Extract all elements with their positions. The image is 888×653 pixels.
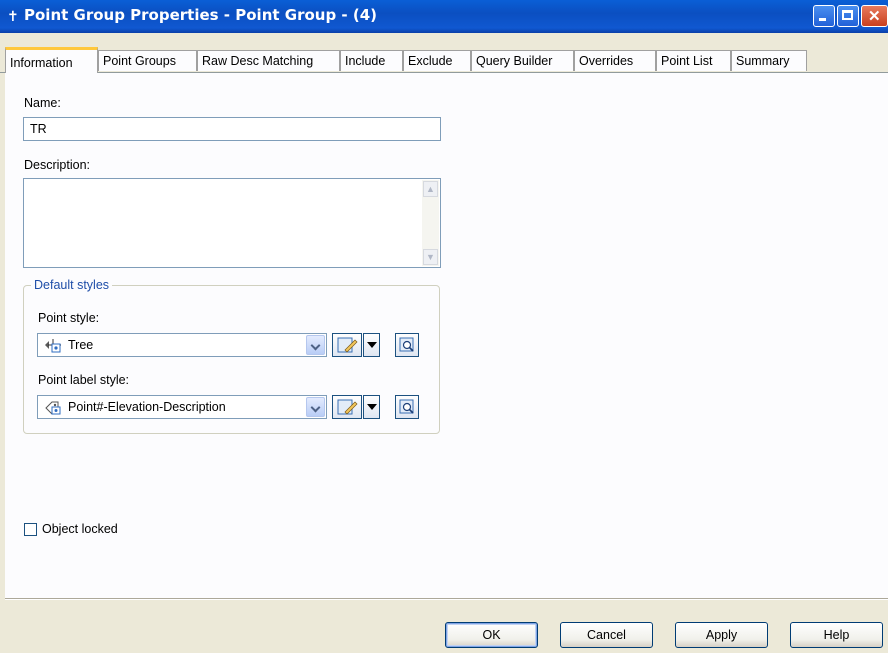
maximize-button[interactable] [837,5,859,27]
edit-style-dropdown-arrow[interactable] [363,395,380,419]
tab-point-list[interactable]: Point List [656,50,731,71]
point-label-style-label: Point label style: [38,373,130,387]
window-title: Point Group Properties - Point Group - (… [24,6,378,24]
ok-button[interactable]: OK [445,622,538,648]
tab-exclude[interactable]: Exclude [403,50,471,71]
name-value: TR [30,122,47,136]
close-button[interactable] [861,5,888,27]
preview-magnifier-icon [399,337,414,352]
edit-style-dropdown-arrow[interactable] [363,333,380,357]
minimize-button[interactable] [813,5,835,27]
tab-overrides[interactable]: Overrides [574,50,656,71]
preview-magnifier-icon [399,399,414,414]
object-locked-checkbox[interactable] [24,523,37,536]
point-label-style-edit-button[interactable] [332,395,384,419]
tab-include[interactable]: Include [340,50,403,71]
tab-point-groups[interactable]: Point Groups [98,50,197,71]
chevron-down-icon[interactable] [306,335,325,355]
scroll-down-icon[interactable]: ▼ [423,249,438,265]
name-label: Name: [24,96,61,110]
description-field[interactable]: ▲ ▼ [23,178,441,268]
tab-raw-desc-matching[interactable]: Raw Desc Matching [197,50,340,71]
edit-style-icon[interactable] [332,395,362,419]
chevron-down-icon[interactable] [306,397,325,417]
tab-summary[interactable]: Summary [731,50,807,71]
tab-information[interactable]: Information [5,47,98,73]
cancel-button[interactable]: Cancel [560,622,653,648]
point-style-preview-button[interactable] [395,333,419,357]
point-style-dropdown[interactable]: Tree [37,333,327,357]
point-style-value: Tree [68,338,94,352]
edit-style-icon[interactable] [332,333,362,357]
tab-query-builder[interactable]: Query Builder [471,50,574,71]
label-style-icon [45,401,61,415]
object-locked-label[interactable]: Object locked [42,522,118,536]
description-scrollbar[interactable]: ▲ ▼ [422,180,439,266]
tree-style-icon [45,339,61,353]
apply-button[interactable]: Apply [675,622,768,648]
point-label-style-value: Point#-Elevation-Description [68,400,226,414]
title-bar[interactable]: ✝ Point Group Properties - Point Group -… [0,0,888,33]
button-separator [5,598,888,600]
point-style-edit-button[interactable] [332,333,384,357]
tab-strip: Information Point Groups Raw Desc Matchi… [0,47,888,73]
point-label-style-preview-button[interactable] [395,395,419,419]
description-label: Description: [24,158,90,172]
name-field[interactable]: TR [23,117,441,141]
scroll-up-icon[interactable]: ▲ [423,181,438,197]
point-style-label: Point style: [38,311,100,325]
help-button[interactable]: Help [790,622,883,648]
point-label-style-dropdown[interactable]: Point#-Elevation-Description [37,395,327,419]
app-icon: ✝ [7,8,19,24]
default-styles-title: Default styles [31,278,113,292]
